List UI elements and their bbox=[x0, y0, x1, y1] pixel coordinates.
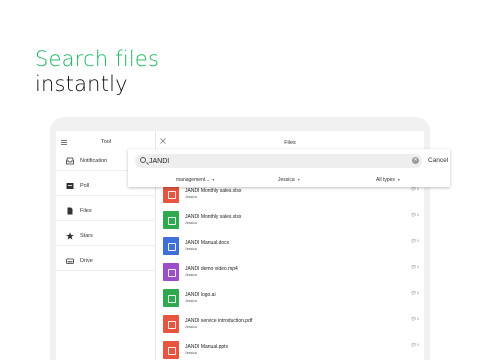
file-owner: Jessica bbox=[185, 325, 197, 329]
headline-line-1: Search files bbox=[35, 47, 160, 71]
search-icon bbox=[140, 157, 146, 163]
sidebar-item-label: Poll bbox=[80, 183, 90, 189]
file-type-icon bbox=[163, 237, 179, 255]
file-name: JANDI Manual.pptx bbox=[185, 344, 229, 350]
sidebar-item-label: Stars bbox=[80, 233, 93, 239]
filter-label: Jessica bbox=[278, 177, 295, 183]
chevron-down-icon: ▾ bbox=[297, 177, 300, 182]
file-row[interactable]: JANDI demo video.mp4 Jessica 💬 0 bbox=[159, 259, 427, 285]
sidebar-item-drive[interactable]: Drive bbox=[56, 251, 156, 271]
file-type-icon bbox=[163, 211, 179, 229]
sidebar-item-files[interactable]: Files bbox=[56, 201, 156, 221]
file-row[interactable]: JANDI Monthly sales.xlsx Jessica 💬 0 bbox=[159, 207, 427, 233]
file-row[interactable]: JANDI service introduction.pdf Jessica 💬… bbox=[159, 311, 427, 337]
filter-label: All types bbox=[376, 177, 395, 183]
file-name: JANDI Manual.docx bbox=[185, 240, 230, 246]
file-row[interactable]: JANDI logo.ai Jessica 💬 0 bbox=[159, 285, 427, 311]
comment-count: 💬 0 bbox=[411, 239, 419, 243]
file-type-icon bbox=[163, 185, 179, 203]
file-owner: Jessica bbox=[185, 221, 197, 225]
cancel-button[interactable]: Cancel bbox=[428, 157, 448, 164]
comment-count: 💬 0 bbox=[411, 343, 419, 347]
comment-count: 💬 0 bbox=[411, 317, 419, 321]
file-name: JANDI demo video.mp4 bbox=[185, 266, 238, 272]
search-panel: ✕ Cancel management...▾ Jessica▾ All typ… bbox=[128, 149, 450, 187]
file-row[interactable]: JANDI Manual.pptx Jessica 💬 0 bbox=[159, 337, 427, 360]
chevron-down-icon: ▾ bbox=[212, 177, 215, 182]
comment-count: 💬 0 bbox=[411, 187, 419, 191]
star-icon bbox=[66, 232, 74, 240]
page: Search files instantly Tool Notification… bbox=[0, 0, 480, 360]
sidebar-item-label: Notification bbox=[80, 158, 108, 164]
file-owner: Jessica bbox=[185, 299, 197, 303]
headline: Search files instantly bbox=[35, 47, 159, 97]
search-input[interactable] bbox=[149, 154, 399, 168]
file-owner: Jessica bbox=[185, 273, 197, 277]
sidebar-item-label: Drive bbox=[80, 258, 93, 264]
inbox-icon bbox=[66, 157, 74, 165]
filter-label: management... bbox=[176, 177, 210, 183]
file-row[interactable]: JANDI Manual.docx Jessica 💬 0 bbox=[159, 233, 427, 259]
file-type-icon bbox=[163, 315, 179, 333]
filter-type[interactable]: All types ▾ bbox=[376, 177, 400, 183]
sidebar-item-stars[interactable]: Stars bbox=[56, 226, 156, 246]
poll-icon bbox=[66, 182, 74, 190]
file-type-icon bbox=[163, 263, 179, 281]
clear-icon[interactable]: ✕ bbox=[412, 157, 419, 164]
comment-count: 💬 0 bbox=[411, 265, 419, 269]
sidebar-title: Tool bbox=[100, 139, 112, 145]
drive-icon bbox=[66, 257, 74, 265]
headline-line-2: instantly bbox=[35, 72, 128, 96]
comment-count: 💬 0 bbox=[411, 213, 419, 217]
search-box[interactable]: ✕ bbox=[135, 154, 422, 168]
file-name: JANDI logo.ai bbox=[185, 292, 216, 298]
file-name: JANDI service introduction.pdf bbox=[185, 318, 253, 324]
file-icon bbox=[66, 207, 74, 215]
file-type-icon bbox=[163, 289, 179, 307]
file-name: JANDI Monthly sales.xlsx bbox=[185, 188, 242, 194]
search-filters: management... ▾ Jessica ▾ All types ▾ bbox=[128, 175, 450, 187]
file-type-icon bbox=[163, 341, 179, 359]
comment-count: 💬 0 bbox=[411, 291, 419, 295]
filter-topic[interactable]: management... ▾ bbox=[176, 177, 214, 183]
file-owner: Jessica bbox=[185, 351, 197, 355]
sidebar-item-label: Files bbox=[80, 208, 92, 214]
file-owner: Jessica bbox=[185, 247, 197, 251]
file-name: JANDI Monthly sales.xlsx bbox=[185, 214, 242, 220]
chevron-down-icon: ▾ bbox=[397, 177, 400, 182]
files-title: Files bbox=[284, 140, 296, 146]
file-owner: Jessica bbox=[185, 195, 197, 199]
filter-member[interactable]: Jessica ▾ bbox=[278, 177, 300, 183]
